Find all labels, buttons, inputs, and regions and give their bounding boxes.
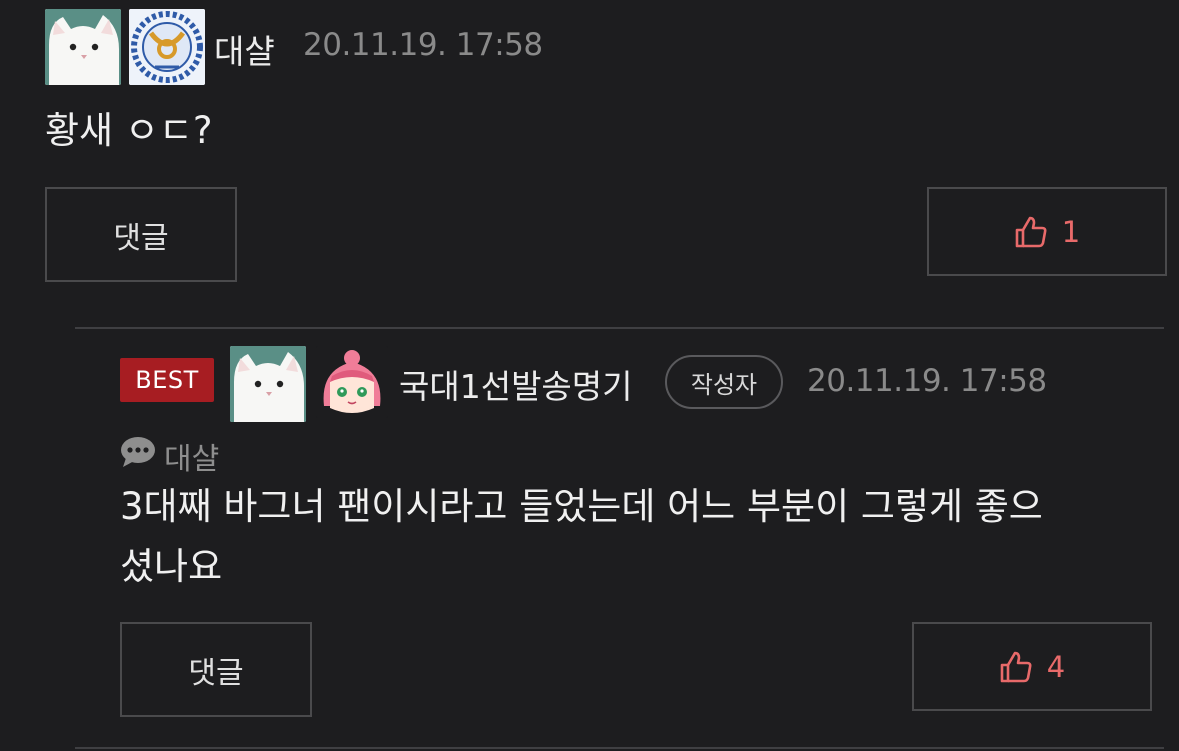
cat-avatar[interactable]	[230, 346, 306, 422]
comment-text: 황새 ㅇㄷ?	[45, 109, 213, 152]
comment-timestamp: 20.11.19. 17:58	[303, 27, 543, 63]
cat-avatar[interactable]	[45, 9, 121, 85]
like-button[interactable]: 1	[927, 187, 1167, 276]
reply-to-name[interactable]: 대샬	[164, 434, 219, 478]
reply-text-line-2: 셨나요	[120, 545, 223, 588]
like-button[interactable]: 4	[912, 622, 1152, 711]
reply-to-indicator: 대샬	[120, 434, 219, 478]
thumbs-up-icon	[999, 650, 1033, 684]
emblem-badge-avatar[interactable]	[129, 9, 205, 85]
comment-thread: 대샬 20.11.19. 17:58 황새 ㅇㄷ? 댓글 1 BEST 국대1선…	[0, 0, 1179, 751]
reply-button-label: 댓글	[113, 220, 169, 256]
best-badge: BEST	[120, 358, 214, 402]
pink-hair-character-avatar[interactable]	[316, 346, 388, 418]
reply-button-label: 댓글	[188, 655, 244, 691]
writer-tag: 작성자	[665, 355, 783, 409]
speech-bubble-icon	[120, 436, 164, 476]
reply-button[interactable]: 댓글	[120, 622, 312, 717]
like-count: 4	[1046, 649, 1066, 684]
reply-timestamp: 20.11.19. 17:58	[807, 363, 1047, 399]
reply-button[interactable]: 댓글	[45, 187, 237, 282]
thumbs-up-icon	[1014, 215, 1048, 249]
thread-divider	[75, 327, 1164, 329]
comment-author[interactable]: 대샬	[214, 25, 275, 73]
like-count: 1	[1061, 214, 1081, 249]
reply-author[interactable]: 국대1선발송명기	[399, 360, 633, 408]
thread-divider	[75, 747, 1164, 749]
reply-text-line-1: 3대째 바그너 팬이시라고 들었는데 어느 부분이 그렇게 좋으	[120, 485, 1043, 528]
